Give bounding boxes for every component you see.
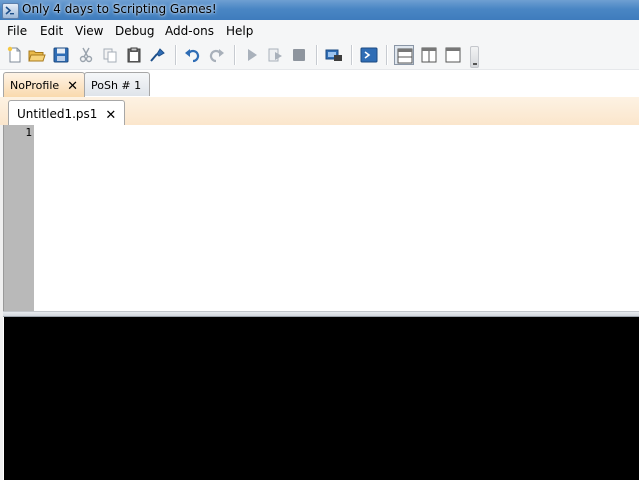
menu-file[interactable]: File: [7, 24, 27, 38]
redo-icon[interactable]: [207, 46, 225, 64]
paste-icon[interactable]: [125, 46, 143, 64]
close-icon[interactable]: ✕: [67, 80, 78, 93]
menu-bar: File Edit View Debug Add-ons Help: [0, 20, 639, 42]
new-file-icon[interactable]: [6, 46, 24, 64]
script-editor[interactable]: [34, 125, 639, 311]
tab-untitled1-ps1[interactable]: Untitled1.ps1 ✕: [8, 100, 126, 126]
tab-label: Untitled1.ps1: [17, 107, 98, 121]
script-pane-maximized-icon[interactable]: [443, 45, 463, 65]
powershell-ise-icon: [2, 3, 19, 19]
save-icon[interactable]: [52, 46, 70, 64]
window-title: Only 4 days to Scripting Games!: [22, 2, 217, 16]
menu-add-ons[interactable]: Add-ons: [165, 24, 214, 38]
menu-edit[interactable]: Edit: [40, 24, 63, 38]
menu-view[interactable]: View: [75, 24, 103, 38]
toolbar-separator: [316, 45, 318, 65]
toolbar-separator: [386, 45, 388, 65]
script-editor-pane: 1: [3, 125, 639, 311]
run-script-icon[interactable]: [243, 46, 261, 64]
run-selection-icon[interactable]: [266, 46, 284, 64]
clear-icon[interactable]: [148, 46, 166, 64]
script-tab-strip: Untitled1.ps1 ✕: [0, 97, 639, 126]
tab-label: NoProfile: [10, 79, 60, 92]
script-pane-right-icon[interactable]: [419, 45, 439, 65]
remote-powershell-icon[interactable]: [325, 46, 343, 64]
tab-posh-1[interactable]: PoSh # 1: [84, 72, 151, 96]
menu-debug[interactable]: Debug: [115, 24, 154, 38]
menu-help[interactable]: Help: [226, 24, 253, 38]
tab-label: PoSh # 1: [91, 79, 142, 92]
runspace-tab-strip: NoProfile ✕ PoSh # 1: [0, 70, 639, 98]
toolbar-overflow-grip[interactable]: [470, 46, 479, 68]
stop-icon[interactable]: [290, 46, 308, 64]
toolbar: [0, 42, 639, 70]
open-folder-icon[interactable]: [28, 46, 46, 64]
toolbar-separator: [234, 45, 236, 65]
close-icon[interactable]: ✕: [105, 109, 116, 122]
title-bar[interactable]: Only 4 days to Scripting Games!: [0, 0, 639, 20]
powershell-console-icon[interactable]: [360, 46, 378, 64]
tab-noprofile[interactable]: NoProfile ✕: [3, 72, 86, 98]
script-pane-top-icon[interactable]: [394, 45, 414, 65]
undo-icon[interactable]: [184, 46, 202, 64]
toolbar-separator: [351, 45, 353, 65]
toolbar-separator: [175, 45, 177, 65]
line-number: 1: [25, 126, 32, 139]
output-pane[interactable]: [4, 317, 639, 480]
copy-icon[interactable]: [101, 46, 119, 64]
line-number-gutter: 1: [4, 125, 34, 311]
cut-icon[interactable]: [77, 46, 95, 64]
